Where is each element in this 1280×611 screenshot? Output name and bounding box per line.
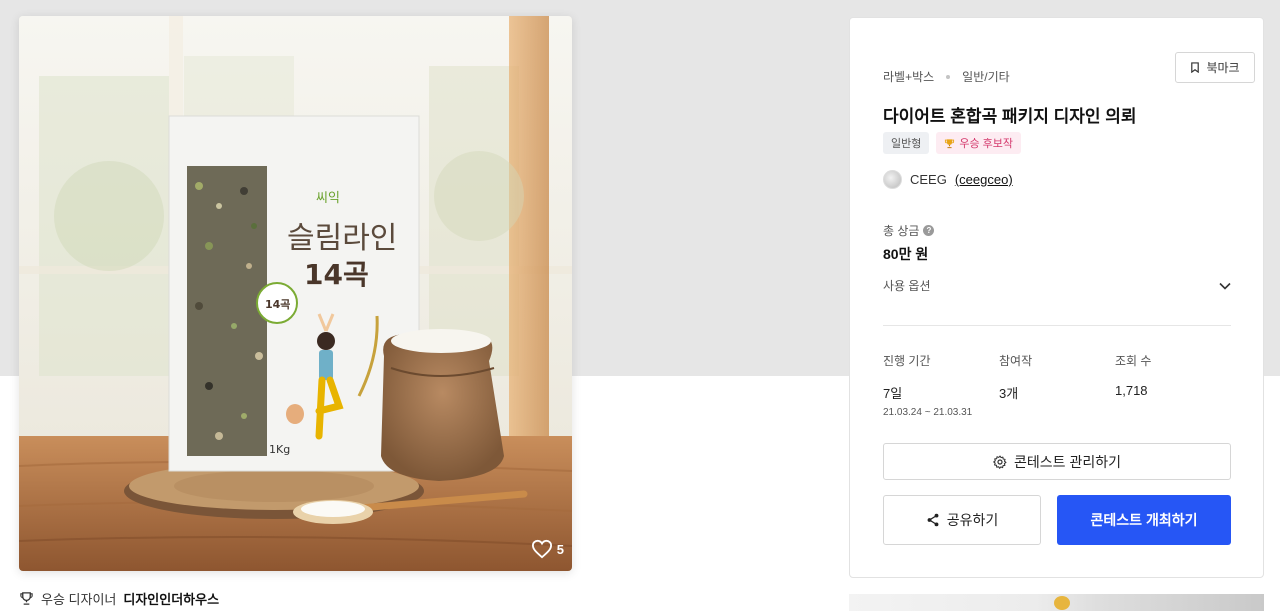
next-card-preview bbox=[849, 594, 1264, 611]
product-image[interactable]: 씨익 슬림라인 14곡 14곡 1Kg 5 bbox=[19, 16, 572, 571]
views-label: 조회 수 bbox=[1115, 354, 1152, 368]
host-contest-label: 콘테스트 개최하기 bbox=[1090, 512, 1198, 528]
manage-contest-label: 콘테스트 관리하기 bbox=[1014, 453, 1121, 470]
options-dropdown[interactable]: 사용 옵션 bbox=[883, 277, 1231, 294]
badge-group: 일반형 우승 후보작 bbox=[883, 132, 1022, 154]
prize-label-row: 총 상금 ? bbox=[883, 222, 935, 239]
winner-designer-name[interactable]: 디자인인더하우스 bbox=[123, 589, 219, 608]
svg-text:씨익: 씨익 bbox=[316, 191, 340, 206]
divider bbox=[883, 325, 1231, 326]
trophy-icon bbox=[20, 592, 33, 605]
period-label: 진행 기간 bbox=[883, 354, 931, 368]
separator-dot bbox=[946, 74, 951, 79]
winner-label: 우승 디자이너 bbox=[41, 592, 117, 607]
share-icon bbox=[927, 513, 939, 527]
help-icon[interactable]: ? bbox=[923, 225, 935, 236]
host-contest-button[interactable]: 콘테스트 개최하기 bbox=[1057, 495, 1231, 545]
stat-period: 진행 기간 7일 21.03.24 ~ 21.03.31 bbox=[883, 352, 972, 418]
stat-entries: 참여작 3개 bbox=[999, 352, 1032, 402]
period-range: 21.03.24 ~ 21.03.31 bbox=[883, 407, 973, 418]
like-button[interactable]: 5 bbox=[531, 539, 564, 559]
contest-type-badge: 일반형 bbox=[883, 132, 930, 154]
stat-views: 조회 수 1,718 bbox=[1115, 352, 1151, 398]
contest-type-label: 일반형 bbox=[891, 138, 922, 150]
category-main[interactable]: 라벨+박스 bbox=[883, 68, 934, 85]
svg-text:14곡: 14곡 bbox=[304, 258, 369, 291]
share-label: 공유하기 bbox=[946, 512, 999, 528]
like-count: 5 bbox=[556, 541, 564, 557]
contest-info-panel: 라벨+박스 일반/기타 북마크 다이어트 혼합곡 패키지 디자인 의뢰 일반형 … bbox=[849, 17, 1264, 578]
share-button[interactable]: 공유하기 bbox=[883, 495, 1041, 545]
bookmark-label: 북마크 bbox=[1206, 61, 1240, 75]
prize-value: 80만 원 bbox=[883, 246, 929, 262]
trophy-icon bbox=[945, 138, 955, 148]
entries-label: 참여작 bbox=[999, 354, 1033, 368]
contest-title: 다이어트 혼합곡 패키지 디자인 의뢰 bbox=[883, 107, 1137, 126]
preview-image bbox=[1054, 596, 1070, 610]
category-breadcrumb: 라벨+박스 일반/기타 bbox=[883, 68, 1010, 85]
views-value: 1,718 bbox=[1115, 383, 1148, 398]
options-label: 사용 옵션 bbox=[883, 279, 931, 293]
gear-icon bbox=[993, 455, 1007, 469]
host-name: CEEG bbox=[910, 172, 947, 187]
avatar bbox=[883, 170, 902, 189]
manage-contest-button[interactable]: 콘테스트 관리하기 bbox=[883, 443, 1231, 480]
chevron-down-icon bbox=[1219, 282, 1231, 290]
contest-host[interactable]: CEEG (ceegceo) bbox=[883, 170, 1013, 189]
winner-designer: 우승 디자이너 디자인인더하우스 bbox=[19, 589, 219, 608]
product-photo: 씨익 슬림라인 14곡 14곡 1Kg bbox=[19, 16, 572, 571]
winner-candidate-label: 우승 후보작 bbox=[959, 138, 1014, 150]
heart-icon bbox=[531, 539, 552, 559]
svg-text:1Kg: 1Kg bbox=[269, 443, 290, 456]
svg-text:14곡: 14곡 bbox=[265, 298, 290, 311]
prize-label: 총 상금 bbox=[883, 224, 920, 238]
svg-text:슬림라인: 슬림라인 bbox=[287, 221, 397, 256]
entries-value: 3개 bbox=[999, 386, 1019, 401]
category-sub[interactable]: 일반/기타 bbox=[962, 68, 1010, 85]
bookmark-icon bbox=[1191, 62, 1200, 73]
host-handle[interactable]: (ceegceo) bbox=[955, 172, 1013, 187]
bookmark-button[interactable]: 북마크 bbox=[1175, 52, 1255, 83]
winner-candidate-badge: 우승 후보작 bbox=[936, 132, 1022, 154]
period-value: 7일 bbox=[883, 386, 903, 401]
